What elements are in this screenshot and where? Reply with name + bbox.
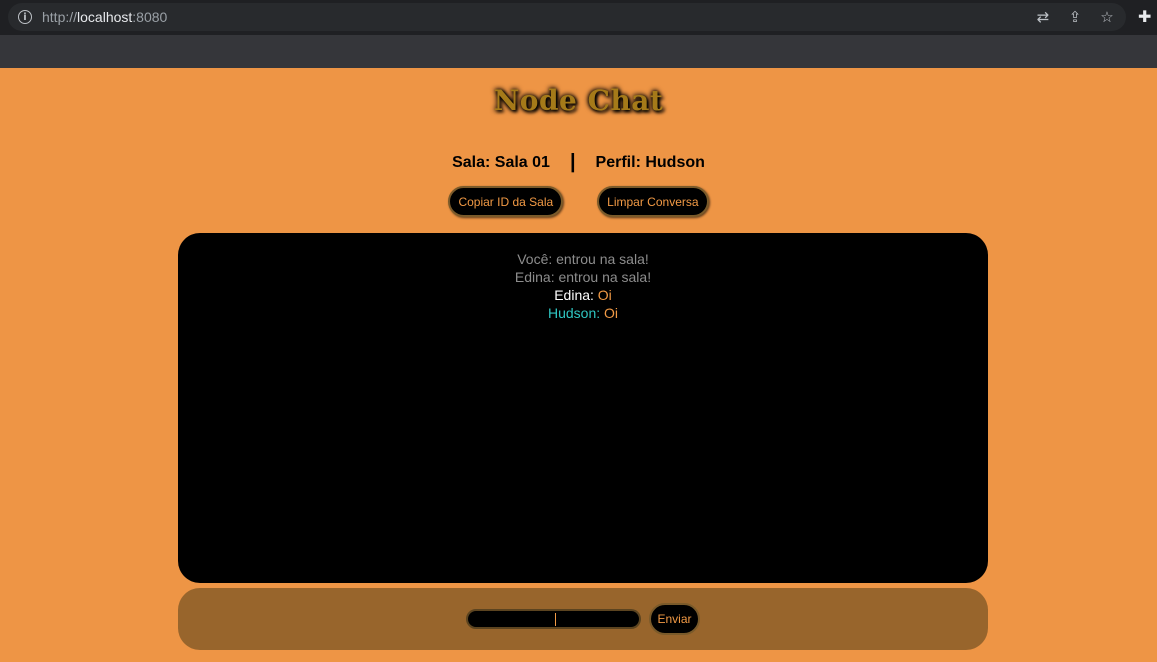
message-author: Hudson: — [547, 305, 601, 321]
chat-messages-box[interactable]: Você: entrou na sala! Edina: entrou na s… — [178, 233, 988, 583]
room-info: Sala: Sala 01 | Perfil: Hudson — [0, 151, 1157, 174]
chat-message: Hudson: Oi — [178, 304, 988, 322]
browser-toolbar: i http://localhost:8080 ⇄ ⇪ ☆ ✚ — [0, 0, 1157, 35]
message-text: Oi — [597, 287, 612, 303]
message-author: Edina: — [554, 287, 594, 303]
system-message: Você: entrou na sala! — [517, 251, 649, 267]
profile-label: Perfil: Hudson — [595, 153, 705, 171]
site-info-icon[interactable]: i — [18, 10, 32, 24]
action-buttons: Copiar ID da Sala Limpar Conversa — [0, 186, 1157, 217]
clear-chat-button[interactable]: Limpar Conversa — [597, 186, 709, 217]
send-button[interactable]: Enviar — [649, 603, 700, 635]
translate-icon[interactable]: ⇄ — [1034, 8, 1052, 26]
star-icon[interactable]: ☆ — [1098, 8, 1116, 26]
message-composer: Enviar — [178, 588, 988, 650]
message-list: Você: entrou na sala! Edina: entrou na s… — [178, 250, 988, 322]
separator: | — [569, 151, 576, 173]
extensions-icon[interactable]: ✚ — [1138, 6, 1156, 28]
bookmarks-bar — [0, 35, 1157, 68]
message-text: Oi — [604, 305, 619, 321]
url-text[interactable]: http://localhost:8080 — [42, 9, 167, 25]
address-bar[interactable]: i http://localhost:8080 ⇄ ⇪ ☆ — [8, 3, 1126, 31]
message-input[interactable] — [466, 609, 642, 629]
system-message: Edina: entrou na sala! — [514, 269, 652, 285]
text-caret — [555, 613, 557, 626]
share-icon[interactable]: ⇪ — [1066, 8, 1084, 26]
page-title: Node Chat — [493, 84, 664, 117]
room-label: Sala: Sala 01 — [452, 153, 550, 171]
chat-message: Edina: Oi — [178, 286, 988, 304]
copy-room-id-button[interactable]: Copiar ID da Sala — [448, 186, 564, 217]
